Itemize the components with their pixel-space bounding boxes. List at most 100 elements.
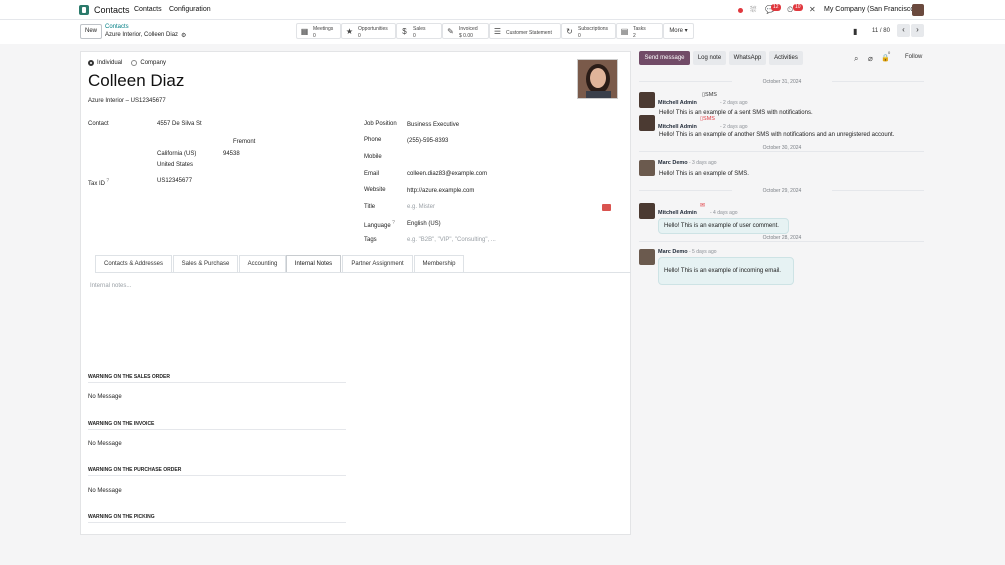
author-avatar[interactable] <box>639 92 655 108</box>
warning-sale-field[interactable]: No Message <box>88 394 122 400</box>
activities-button[interactable]: Activities <box>769 51 803 65</box>
company-type-radio[interactable]: Individual Company <box>88 60 166 66</box>
message-body: Hello! This is an example of a sent SMS … <box>659 110 813 116</box>
contact-label: Contact <box>88 121 109 127</box>
city-field[interactable]: Fremont <box>233 139 255 145</box>
divider <box>639 241 924 242</box>
message-author[interactable]: Mitchell Admin <box>658 124 697 130</box>
bug-icon[interactable]: ⛆ <box>750 5 760 15</box>
invoiced-smart-button[interactable]: ✎ Invoiced $ 0.00 <box>442 23 489 39</box>
more-dropdown-button[interactable]: More ▾ <box>663 23 694 39</box>
top-navbar: Contacts Contacts Configuration ⛆ 💬 12 ⏲… <box>0 0 1005 20</box>
search-icon[interactable]: ⌕ <box>854 54 858 64</box>
breadcrumb-current: Azure Interior, Colleen Diaz <box>105 32 179 38</box>
chatter-panel: Send message Log note WhatsApp Activitie… <box>632 44 1005 565</box>
tab-divider <box>95 272 631 273</box>
phone-field[interactable]: (255)-595-8393 <box>407 138 448 144</box>
parent-company-field[interactable]: Azure Interior – US12345677 <box>88 98 166 104</box>
state-field[interactable]: California (US) <box>157 151 196 157</box>
whatsapp-button[interactable]: WhatsApp <box>729 51 766 65</box>
warning-purchase-title: WARNING ON THE PURCHASE ORDER <box>88 467 182 473</box>
warning-invoice-title: WARNING ON THE INVOICE <box>88 421 155 427</box>
tab-partner-assignment[interactable]: Partner Assignment <box>342 255 413 272</box>
author-avatar[interactable] <box>639 203 655 219</box>
subscriptions-smart-button[interactable]: ↻ Subscriptions 0 <box>561 23 616 39</box>
country-field[interactable]: United States <box>157 162 193 168</box>
new-button[interactable]: New <box>80 24 102 39</box>
partner-photo[interactable] <box>577 59 618 99</box>
language-field[interactable]: English (US) <box>407 221 441 227</box>
street-field[interactable]: 4557 De Silva St <box>157 121 202 127</box>
author-avatar[interactable] <box>639 249 655 265</box>
calendar-icon: ▦ <box>300 27 309 36</box>
message-body: Hello! This is an example of user commen… <box>664 223 779 229</box>
message-body: Hello! This is an example of SMS. <box>659 171 749 177</box>
message-time: - 2 days ago <box>720 124 748 130</box>
message-author[interactable]: Marc Demo <box>658 249 688 255</box>
tab-contacts-addresses[interactable]: Contacts & Addresses <box>95 255 172 272</box>
tab-sales-purchase[interactable]: Sales & Purchase <box>173 255 238 272</box>
divider <box>88 429 346 430</box>
divider <box>88 382 346 383</box>
lock-icon[interactable]: 🔒 <box>881 54 890 62</box>
author-avatar[interactable] <box>639 160 655 176</box>
log-note-button[interactable]: Log note <box>693 51 726 65</box>
sales-smart-button[interactable]: $ Sales 0 <box>396 23 442 39</box>
app-name[interactable]: Contacts <box>94 5 130 15</box>
pager-value[interactable]: 11 / 80 <box>872 28 890 34</box>
pager-next-button[interactable]: › <box>911 24 924 37</box>
activity-count-badge: 10 <box>793 4 803 11</box>
print-icon[interactable]: ▮ <box>853 27 857 36</box>
vcard-icon[interactable] <box>602 204 611 211</box>
job-position-field[interactable]: Business Executive <box>407 122 459 128</box>
author-avatar[interactable] <box>639 115 655 131</box>
tasks-smart-button[interactable]: ▤ Tasks 2 <box>616 23 663 39</box>
pager-previous-button[interactable]: ‹ <box>897 24 910 37</box>
message-author[interactable]: Mitchell Admin <box>658 100 697 106</box>
phone-label: Phone <box>364 137 382 143</box>
menu-configuration[interactable]: Configuration <box>169 6 211 13</box>
star-icon: ★ <box>345 27 354 36</box>
send-message-button[interactable]: Send message <box>639 51 690 65</box>
tab-accounting[interactable]: Accounting <box>239 255 286 272</box>
radio-company[interactable] <box>131 60 138 66</box>
date-separator: October 29, 2024 <box>732 188 832 194</box>
warning-invoice-field[interactable]: No Message <box>88 441 122 447</box>
message-author[interactable]: Marc Demo <box>658 160 688 166</box>
divider <box>88 522 346 523</box>
mobile-field[interactable] <box>407 152 607 161</box>
follow-button[interactable]: Follow <box>905 54 922 60</box>
message-author[interactable]: Mitchell Admin <box>658 210 697 216</box>
company-switcher[interactable]: My Company (San Francisco) <box>824 6 917 13</box>
tags-field[interactable]: e.g. "B2B", "VIP", "Consulting", ... <box>407 237 496 243</box>
internal-notes-field[interactable]: Internal notes... <box>90 283 131 289</box>
meetings-smart-button[interactable]: ▦ Meetings 0 <box>296 23 341 39</box>
tax-id-field[interactable]: US12345677 <box>157 178 192 184</box>
tab-internal-notes[interactable]: Internal Notes <box>286 255 341 273</box>
form-sheet: Individual Company Colleen Diaz Azure In… <box>80 51 631 535</box>
customer-statement-smart-button[interactable]: ☰ Customer Statement <box>489 23 561 39</box>
opportunities-smart-button[interactable]: ★ Opportunities 0 <box>341 23 396 39</box>
tab-membership[interactable]: Membership <box>414 255 464 272</box>
partner-name-field[interactable]: Colleen Diaz <box>88 71 184 91</box>
menu-contacts[interactable]: Contacts <box>134 6 162 13</box>
message-type-tag: ▯SMS <box>700 116 715 122</box>
control-panel: New Contacts Azure Interior, Colleen Dia… <box>0 20 1005 44</box>
dollar-icon: $ <box>402 27 407 36</box>
gear-icon[interactable]: ⚙ <box>181 32 186 39</box>
contacts-app-icon[interactable] <box>79 5 89 15</box>
zip-field[interactable]: 94538 <box>223 151 240 157</box>
tools-icon[interactable]: ✕ <box>809 5 819 15</box>
breadcrumb-contacts-link[interactable]: Contacts <box>105 24 129 30</box>
message-time: - 4 days ago <box>710 210 738 216</box>
email-field[interactable]: colleen.diaz83@example.com <box>407 171 487 177</box>
warning-purchase-field[interactable]: No Message <box>88 488 122 494</box>
message-bubble: Hello! This is an example of incoming em… <box>658 257 794 285</box>
message-body: Hello! This is an example of another SMS… <box>659 132 895 138</box>
title-field[interactable]: e.g. Mister <box>407 204 435 210</box>
website-field[interactable]: http://azure.example.com <box>407 188 474 194</box>
record-status-icon[interactable] <box>738 8 743 13</box>
user-avatar[interactable] <box>912 4 924 16</box>
radio-individual[interactable] <box>88 60 94 66</box>
paperclip-icon[interactable]: ⌀ <box>868 54 873 63</box>
